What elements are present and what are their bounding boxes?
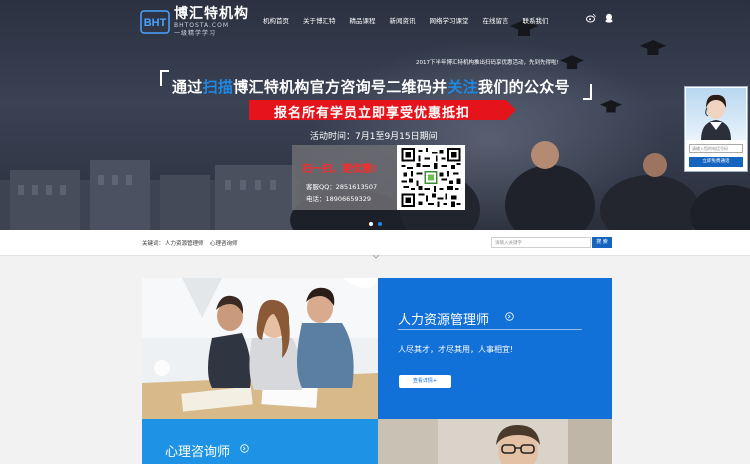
headline-part2: 博汇特机构官方咨询号二维码并 — [233, 78, 448, 96]
counselor-photo-graphic — [378, 419, 612, 464]
main-nav: 机构首页 关于博汇特 精品课程 新闻资讯 网络学习课堂 在线留言 联系我们 — [263, 15, 563, 25]
course-photo-students — [142, 278, 378, 419]
card-divider — [398, 329, 582, 330]
event-time: 活动时间：7月1至9月15日期间 — [310, 132, 438, 142]
bracket-right — [583, 84, 592, 100]
keyword-link-psychology[interactable]: 心理咨询师 — [210, 239, 238, 247]
discount-text: 报名所有学员立即享受优惠抵扣 — [274, 106, 471, 121]
promo-announcement: 2017下半年博汇特机构推出扫码享优惠活动，先到先得啦! — [416, 60, 559, 66]
bracket-left — [160, 70, 169, 86]
logo-domain: BHTOSTA.COM — [174, 22, 230, 29]
headline-text: 通过扫描博汇特机构官方咨询号二维码并关注我们的公众号 — [172, 76, 570, 97]
graduation-cap-icon — [600, 100, 622, 113]
service-qq: 客服QQ：2851613507 — [306, 183, 378, 191]
logo-slogan: 一级精学学习 — [174, 30, 217, 37]
scan-label: 扫一扫，更优惠! — [302, 164, 377, 175]
agent-photo-graphic — [701, 94, 731, 140]
qq-icon[interactable] — [604, 13, 614, 23]
course-card-psychology[interactable]: 心理咨询师 — [142, 419, 378, 464]
nav-item-about[interactable]: 关于博汇特 — [303, 15, 336, 25]
bht-logo-icon: BHT — [140, 10, 170, 34]
banner-headline: 通过扫描博汇特机构官方咨询号二维码并关注我们的公众号 — [160, 70, 592, 100]
slider-dot-active[interactable] — [378, 222, 382, 226]
logo-name: 博汇特机构 — [174, 6, 249, 22]
graduation-cap-icon — [560, 55, 584, 69]
service-widget: 请输入您的电话号码 立即免费通话 — [684, 86, 748, 172]
search-input[interactable]: 请输入关键字 — [491, 237, 591, 248]
course-title-psychology: 心理咨询师 — [165, 445, 231, 460]
slider-dot[interactable] — [369, 222, 373, 226]
arrow-circle-icon — [505, 312, 514, 321]
view-details-button[interactable]: 查看详情+ — [399, 375, 451, 388]
headline-highlight-scan: 扫描 — [202, 78, 234, 96]
headline-part3: 我们的公众号 — [478, 78, 570, 96]
qr-code — [397, 145, 465, 210]
free-call-button[interactable]: 立即免费通话 — [689, 157, 743, 167]
arrow-circle-icon — [240, 444, 249, 453]
graduation-cap-icon — [640, 40, 666, 55]
slider-dots — [369, 222, 387, 226]
nav-item-contact[interactable]: 联系我们 — [523, 15, 549, 25]
svg-text:BHT: BHT — [144, 17, 167, 29]
headline-highlight-follow: 关注 — [447, 78, 479, 96]
nav-item-home[interactable]: 机构首页 — [263, 15, 289, 25]
customer-service-avatar — [686, 88, 746, 140]
discount-arrow — [506, 100, 516, 120]
qr-code-image — [401, 148, 461, 207]
nav-item-message[interactable]: 在线留言 — [483, 15, 509, 25]
keyword-label: 关键词： — [142, 241, 165, 247]
course-title-hr: 人力资源管理师 — [398, 313, 490, 328]
nav-item-news[interactable]: 新闻资讯 — [390, 15, 416, 25]
chevron-down-icon[interactable] — [373, 255, 379, 259]
headline-part1: 通过 — [172, 78, 203, 96]
social-links — [578, 13, 614, 23]
course-card-hr[interactable]: 人力资源管理师 人尽其才，才尽其用，人事相宜! 查看详情+ — [378, 278, 612, 419]
service-phone: 电话：18906659329 — [306, 195, 371, 203]
weibo-icon[interactable] — [586, 13, 596, 23]
students-photo-graphic — [142, 278, 378, 419]
course-photo-counselor — [378, 419, 612, 464]
page: BHT 博汇特机构 BHTOSTA.COM 一级精学学习 机构首页 关于博汇特 … — [0, 0, 750, 464]
nav-item-online-class[interactable]: 网络学习课堂 — [430, 15, 469, 25]
discount-banner: 报名所有学员立即享受优惠抵扣 — [249, 100, 506, 121]
site-logo[interactable]: BHT 博汇特机构 BHTOSTA.COM 一级精学学习 — [140, 6, 249, 37]
hero-banner[interactable]: BHT 博汇特机构 BHTOSTA.COM 一级精学学习 机构首页 关于博汇特 … — [0, 0, 750, 230]
phone-number-input[interactable]: 请输入您的电话号码 — [689, 144, 743, 153]
keyword-link-hr[interactable]: 人力资源管理师 — [165, 239, 204, 247]
search-button[interactable]: 搜 索 — [592, 237, 612, 248]
banner-buildings-graphic — [0, 160, 300, 230]
course-desc-hr: 人尽其才，才尽其用，人事相宜! — [398, 345, 514, 354]
nav-item-courses[interactable]: 精品课程 — [350, 15, 376, 25]
keyword-bar: 关键词： 人力资源管理师 心理咨询师 请输入关键字 搜 索 — [0, 230, 750, 256]
